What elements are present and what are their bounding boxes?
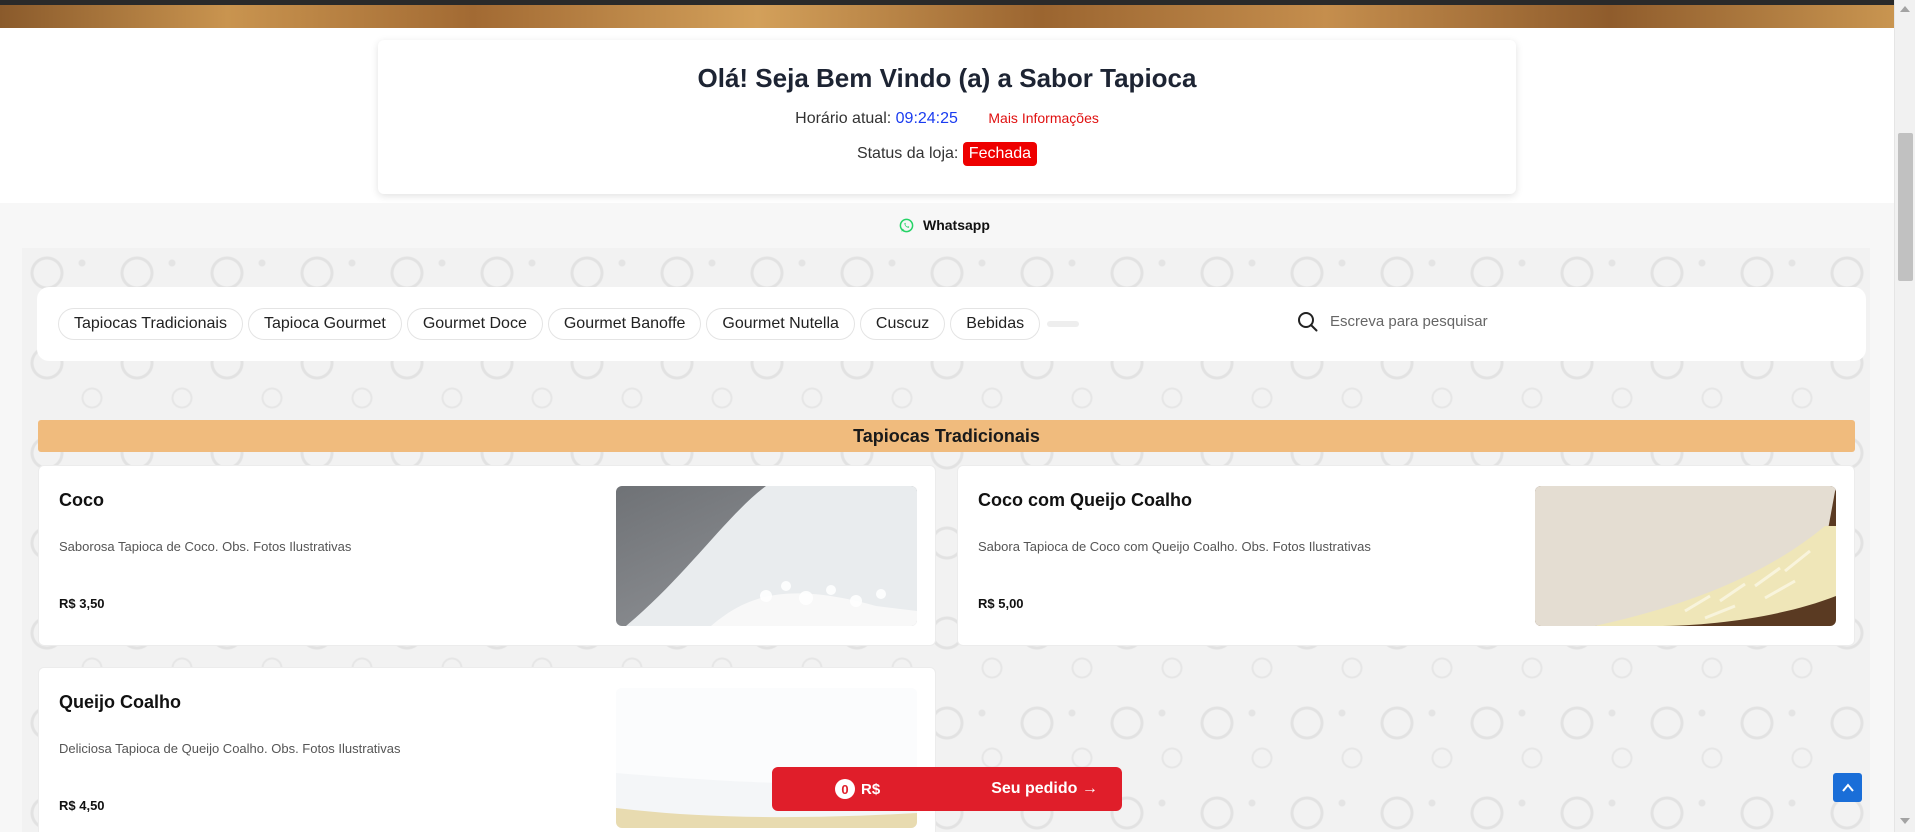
time-value: 09:24:25 (895, 110, 958, 127)
more-info-link[interactable]: Mais Informações (988, 110, 1098, 126)
scroll-up-arrow[interactable] (1900, 6, 1910, 12)
time-label: Horário atual: (795, 110, 892, 127)
page-title: Olá! Seja Bem Vindo (a) a Sabor Tapioca (697, 63, 1197, 93)
category-tapiocas-tradicionais[interactable]: Tapiocas Tradicionais (58, 308, 243, 340)
product-name: Queijo Coalho (59, 692, 182, 712)
status-badge: Fechada (962, 142, 1038, 166)
cart-label: Seu pedido → (991, 780, 1098, 797)
cart-button[interactable]: 0 R$ Seu pedido → (772, 767, 1122, 811)
product-price: R$ 5,00 (978, 596, 1024, 611)
product-image (1535, 486, 1836, 626)
product-image (616, 486, 917, 626)
scroll-down-arrow[interactable] (1900, 818, 1910, 824)
scrollbar[interactable] (1894, 0, 1915, 832)
product-name: Coco com Queijo Coalho (978, 490, 1193, 510)
cart-total: R$ (861, 780, 881, 798)
category-cuscuz[interactable]: Cuscuz (859, 308, 946, 340)
product-description: Deliciosa Tapioca de Queijo Coalho. Obs.… (59, 741, 401, 756)
product-card[interactable]: Coco com Queijo Coalho Sabora Tapioca de… (957, 465, 1855, 646)
search-icon (1298, 312, 1318, 332)
scroll-thumb[interactable] (1898, 133, 1913, 281)
product-price: R$ 4,50 (59, 798, 105, 813)
arrow-up-icon (1841, 782, 1854, 792)
section-title: Tapiocas Tradicionais (38, 420, 1855, 452)
product-description: Sabora Tapioca de Coco com Queijo Coalho… (978, 539, 1371, 554)
category-gourmet-nutella[interactable]: Gourmet Nutella (706, 308, 855, 340)
category-bar: Tapiocas Tradicionais Tapioca Gourmet Go… (37, 287, 1866, 361)
search-box (1297, 311, 1830, 332)
header: Olá! Seja Bem Vindo (a) a Sabor Tapioca … (0, 28, 1894, 203)
whatsapp-icon (899, 218, 914, 232)
product-name: Coco (59, 490, 104, 510)
category-gourmet-doce[interactable]: Gourmet Doce (406, 308, 543, 340)
time-row: Horário atual: 09:24:25 Mais Informações (378, 110, 1516, 128)
cart-count-badge: 0 (835, 779, 855, 799)
product-price: R$ 3,50 (59, 596, 105, 611)
product-description: Saborosa Tapioca de Coco. Obs. Fotos Ilu… (59, 539, 352, 554)
product-card[interactable]: Coco Saborosa Tapioca de Coco. Obs. Foto… (38, 465, 936, 646)
status-label: Status da loja: (856, 145, 959, 162)
whatsapp-label: Whatsapp (923, 217, 990, 233)
category-list: Tapiocas Tradicionais Tapioca Gourmet Go… (58, 308, 1080, 340)
status-row: Status da loja: Fechada (378, 142, 1516, 166)
back-to-top-button[interactable] (1833, 773, 1862, 802)
category-gourmet-banoffe[interactable]: Gourmet Banoffe (547, 308, 702, 340)
whatsapp-link[interactable]: Whatsapp (899, 217, 990, 233)
category-tapioca-gourmet[interactable]: Tapioca Gourmet (247, 308, 402, 340)
category-bebidas[interactable]: Bebidas (950, 308, 1041, 340)
category-scroll-indicator[interactable] (1047, 321, 1080, 327)
header-banner-image (0, 0, 1894, 28)
welcome-card: Olá! Seja Bem Vindo (a) a Sabor Tapioca … (378, 40, 1516, 194)
menu-content: Tapiocas Tradicionais Tapioca Gourmet Go… (22, 248, 1870, 832)
search-input[interactable] (1330, 313, 1830, 330)
